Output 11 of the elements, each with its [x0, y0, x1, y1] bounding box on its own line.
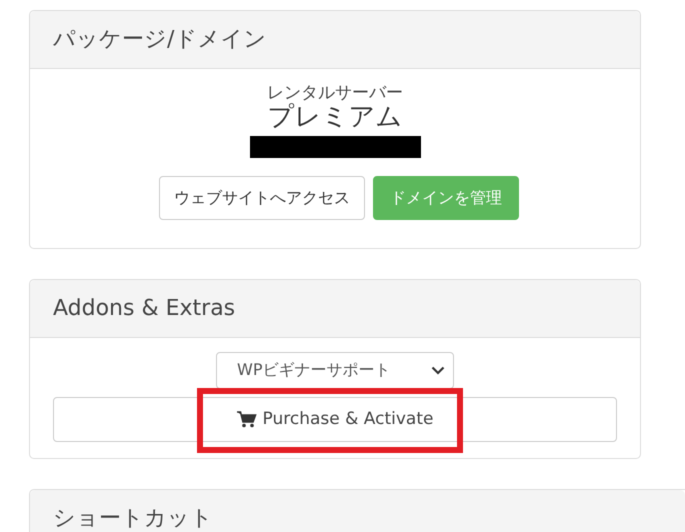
panel-title: パッケージ/ドメイン [53, 26, 266, 54]
purchase-button[interactable]: Purchase & Activate [53, 396, 617, 442]
visit-website-button[interactable]: ウェブサイトへアクセス [159, 176, 365, 220]
select-value: WPビギナーサポート [237, 359, 390, 382]
cart-icon [236, 410, 257, 428]
product-group: レンタルサーバー [30, 83, 640, 104]
panel-title: Addons & Extras [53, 294, 236, 323]
addon-select[interactable]: WPビギナーサポート [216, 352, 454, 389]
panel-title: ショートカット [53, 504, 213, 532]
product-name: プレミアム [266, 103, 404, 132]
chevron-down-icon [431, 366, 445, 375]
